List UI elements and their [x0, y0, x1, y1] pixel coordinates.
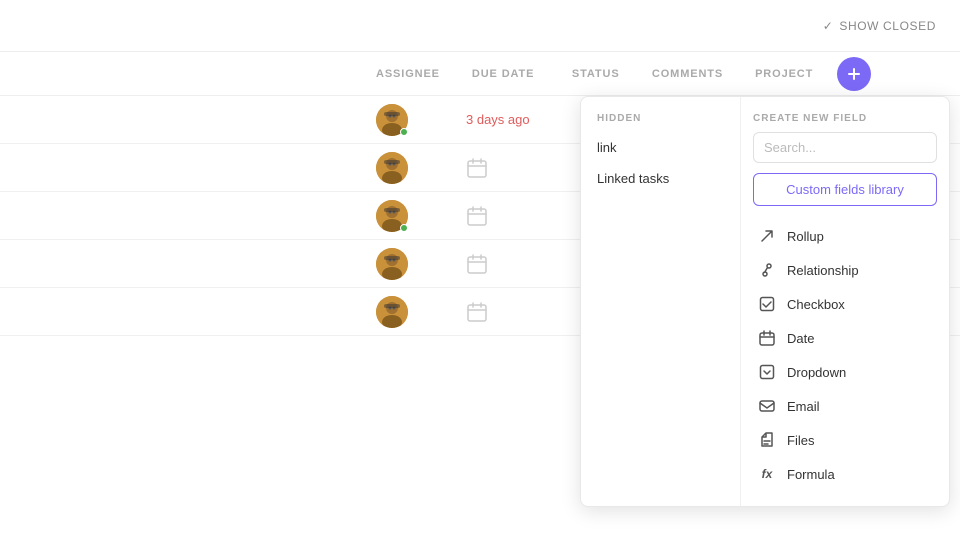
field-type-files[interactable]: Files: [753, 424, 937, 456]
hidden-section-label: HIDDEN: [581, 113, 740, 132]
hidden-field-linked-tasks[interactable]: Linked tasks: [581, 163, 740, 194]
column-picker-dropdown: HIDDEN link Linked tasks CREATE NEW FIEL…: [580, 96, 950, 507]
dropdown-icon: [757, 362, 777, 382]
calendar-icon: [466, 157, 488, 179]
field-type-date-label: Date: [787, 331, 814, 346]
field-type-files-label: Files: [787, 433, 814, 448]
field-type-dropdown-label: Dropdown: [787, 365, 846, 380]
col-header-comments: COMMENTS: [636, 68, 739, 80]
avatar-wrapper: [376, 104, 408, 136]
custom-fields-library-button[interactable]: Custom fields library: [753, 173, 937, 206]
avatar-wrapper: [376, 248, 408, 280]
hidden-field-link-label: link: [597, 140, 617, 155]
files-icon: [757, 430, 777, 450]
avatar-wrapper: [376, 296, 408, 328]
create-section-label: CREATE NEW FIELD: [753, 113, 937, 124]
cell-assignee: [360, 152, 450, 184]
field-type-date[interactable]: Date: [753, 322, 937, 354]
show-closed-label: SHOW CLOSED: [839, 19, 936, 33]
avatar: [376, 296, 408, 328]
table-header: ASSIGNEE DUE DATE STATUS COMMENTS PROJEC…: [0, 52, 960, 96]
status-dot: [400, 128, 408, 136]
status-dot: [400, 224, 408, 232]
cell-assignee: [360, 248, 450, 280]
cell-assignee: [360, 104, 450, 136]
hidden-fields-panel: HIDDEN link Linked tasks: [581, 97, 741, 506]
email-icon: [757, 396, 777, 416]
avatar-wrapper: [376, 152, 408, 184]
plus-icon: [846, 66, 862, 82]
cell-assignee: [360, 200, 450, 232]
rollup-icon: [757, 226, 777, 246]
col-header-status: STATUS: [556, 68, 636, 80]
relationship-icon: [757, 260, 777, 280]
checkbox-icon: [757, 294, 777, 314]
field-type-list: Rollup Relationship: [753, 220, 937, 490]
cell-assignee: [360, 296, 450, 328]
show-closed-toggle[interactable]: ✓ SHOW CLOSED: [823, 19, 936, 33]
top-bar: ✓ SHOW CLOSED: [0, 0, 960, 52]
col-header-due-date: DUE DATE: [456, 68, 556, 80]
avatar-image: [376, 248, 408, 280]
cell-due-date: [450, 301, 550, 323]
avatar: [376, 152, 408, 184]
field-type-email-label: Email: [787, 399, 820, 414]
avatar-image: [376, 296, 408, 328]
field-type-relationship[interactable]: Relationship: [753, 254, 937, 286]
field-type-checkbox-label: Checkbox: [787, 297, 845, 312]
field-type-formula-label: Formula: [787, 467, 835, 482]
hidden-field-link[interactable]: link: [581, 132, 740, 163]
avatar-wrapper: [376, 200, 408, 232]
field-type-rollup[interactable]: Rollup: [753, 220, 937, 252]
hidden-field-linked-tasks-label: Linked tasks: [597, 171, 669, 186]
add-column-button[interactable]: [837, 57, 871, 91]
field-type-formula[interactable]: fx Formula: [753, 458, 937, 490]
checkmark-icon: ✓: [823, 19, 834, 33]
field-type-relationship-label: Relationship: [787, 263, 859, 278]
avatar-image: [376, 152, 408, 184]
avatar: [376, 248, 408, 280]
calendar-icon: [466, 253, 488, 275]
field-search-input[interactable]: [753, 132, 937, 163]
cell-due-date: [450, 253, 550, 275]
field-type-rollup-label: Rollup: [787, 229, 824, 244]
col-header-assignee: ASSIGNEE: [360, 68, 456, 80]
col-header-project: PROJECT: [739, 68, 829, 80]
date-icon: [757, 328, 777, 348]
create-field-panel: CREATE NEW FIELD Custom fields library R…: [741, 97, 949, 506]
cell-due-date: [450, 205, 550, 227]
calendar-icon: [466, 301, 488, 323]
field-type-checkbox[interactable]: Checkbox: [753, 288, 937, 320]
cell-due-date: [450, 157, 550, 179]
field-type-email[interactable]: Email: [753, 390, 937, 422]
formula-icon: fx: [757, 464, 777, 484]
calendar-icon: [466, 205, 488, 227]
cell-due-date: 3 days ago: [450, 112, 550, 127]
field-type-dropdown[interactable]: Dropdown: [753, 356, 937, 388]
